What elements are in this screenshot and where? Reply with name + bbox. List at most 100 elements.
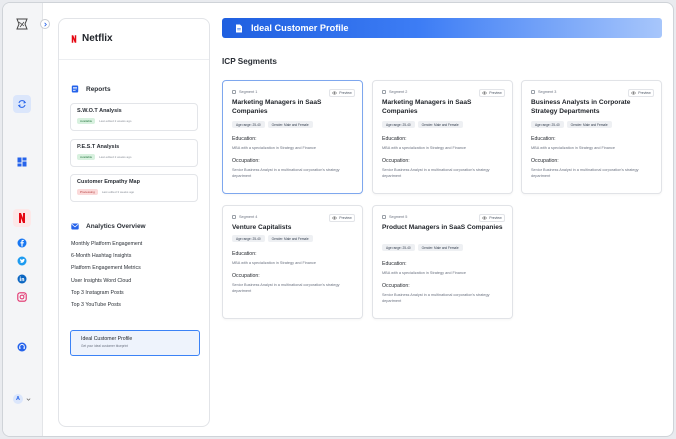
analytics-item-monthly-engagement[interactable]: Monthly Platform Engagement (71, 241, 142, 247)
gender-tag: Gender: Male and Female (267, 235, 313, 242)
occupation-value: Senior Business Analyst in a multination… (232, 168, 340, 178)
eye-icon (631, 91, 637, 95)
segment-title: Marketing Managers in SaaS Companies (232, 99, 322, 115)
refresh-icon[interactable] (13, 95, 31, 113)
status-badge: Processing (77, 189, 98, 195)
analytics-item-youtube-posts[interactable]: Top 3 YouTube Posts (71, 302, 121, 308)
icon-rail: A (3, 3, 43, 436)
eye-icon (482, 91, 488, 95)
preview-button[interactable]: Preview (479, 89, 505, 97)
sidebar-panel: Netflix Reports S.W.O.T Analysis Availab… (58, 18, 210, 427)
brand[interactable]: Netflix (71, 33, 113, 44)
checkbox-icon (531, 90, 535, 94)
dashboard-icon[interactable] (13, 153, 31, 171)
chevron-down-icon (26, 397, 31, 401)
divider (59, 59, 209, 60)
segment-title: Product Managers in SaaS Companies (382, 224, 503, 231)
preview-button[interactable]: Preview (329, 89, 355, 97)
segment-label: Segment 4 (232, 215, 257, 219)
gender-tag: Gender: Male and Female (417, 121, 463, 128)
education-label: Education: (232, 251, 257, 257)
age-tag: Age range: 25-40 (531, 121, 564, 128)
report-title: P.E.S.T Analysis (77, 144, 120, 150)
age-tag: Age range: 25-40 (382, 121, 415, 128)
segment-label: Segment 2 (382, 90, 407, 94)
occupation-label: Occupation: (232, 158, 260, 164)
sidebar-item-ideal-customer-profile[interactable]: Ideal Customer Profile Get your ideal cu… (70, 330, 200, 356)
avatar: A (13, 394, 23, 404)
checkbox-icon (382, 215, 386, 219)
occupation-value: Senior Business Analyst in a multination… (382, 293, 490, 303)
analytics-item-instagram-posts[interactable]: Top 3 Instagram Posts (71, 290, 124, 296)
logo-icon[interactable] (13, 15, 31, 33)
analytics-item-word-cloud[interactable]: User Insights Word Cloud (71, 278, 131, 284)
instagram-icon[interactable] (13, 288, 31, 306)
segment-title: Marketing Managers in SaaS Companies (382, 99, 472, 115)
segment-label: Segment 5 (382, 215, 407, 219)
report-timestamp: Last edited 3 weeks ago (101, 190, 135, 194)
report-item-empathy-map[interactable]: Customer Empathy Map Processing Last edi… (70, 174, 198, 202)
analytics-item-hashtag-insights[interactable]: 6-Month Hashtag Insights (71, 253, 131, 259)
checkbox-icon (382, 90, 386, 94)
age-tag: Age range: 25-40 (232, 235, 265, 242)
chevron-right-icon (43, 22, 47, 26)
preview-button[interactable]: Preview (329, 214, 355, 222)
report-item-swot[interactable]: S.W.O.T Analysis Available Last edited 2… (70, 103, 198, 131)
facebook-icon[interactable] (13, 234, 31, 252)
reports-section-header: Reports (71, 85, 111, 93)
brand-name: Netflix (82, 33, 113, 44)
analytics-mail-icon (71, 223, 79, 230)
reports-title: Reports (86, 85, 111, 93)
support-icon[interactable] (13, 338, 31, 356)
analytics-item-engagement-metrics[interactable]: Platform Engagement Metrics (71, 265, 141, 271)
education-value: MBA with a specialization in Strategy an… (232, 261, 316, 265)
twitter-icon[interactable] (13, 252, 31, 270)
segment-label: Segment 3 (531, 90, 556, 94)
occupation-label: Occupation: (531, 158, 559, 164)
status-badge: Available (77, 154, 96, 160)
reports-icon (71, 85, 79, 93)
education-label: Education: (232, 136, 257, 142)
segment-card[interactable]: Segment 3 Preview Business Analysts in C… (521, 80, 662, 194)
netflix-logo-icon (71, 34, 77, 43)
segment-card[interactable]: Segment 2 Preview Marketing Managers in … (372, 80, 513, 194)
app-window: A Netflix Reports S.W.O.T Analysis Avail… (2, 2, 674, 437)
collapse-sidebar-button[interactable] (40, 19, 50, 29)
page-header: Ideal Customer Profile (222, 18, 662, 38)
segment-card[interactable]: Segment 5 Preview Product Managers in Sa… (372, 205, 513, 319)
status-badge: Available (77, 118, 96, 124)
segment-card[interactable]: Segment 1 Preview Marketing Managers in … (222, 80, 363, 194)
occupation-value: Senior Business Analyst in a multination… (232, 283, 340, 293)
education-label: Education: (382, 261, 407, 267)
checkbox-icon (232, 215, 236, 219)
netflix-icon[interactable] (13, 209, 31, 227)
page-title: Ideal Customer Profile (251, 23, 349, 33)
segment-title: Venture Capitalists (232, 224, 292, 231)
education-value: MBA with a specialization in Strategy an… (382, 146, 466, 150)
linkedin-icon[interactable] (13, 270, 31, 288)
preview-button[interactable]: Preview (628, 89, 654, 97)
segment-card[interactable]: Segment 4 Preview Venture Capitalists Ag… (222, 205, 363, 319)
user-menu[interactable]: A (13, 394, 31, 404)
report-title: S.W.O.T Analysis (77, 108, 122, 114)
age-tag: Age range: 25-40 (382, 244, 415, 251)
education-label: Education: (382, 136, 407, 142)
education-value: MBA with a specialization in Strategy an… (382, 271, 466, 275)
gender-tag: Gender: Male and Female (566, 121, 612, 128)
occupation-value: Senior Business Analyst in a multination… (382, 168, 490, 178)
eye-icon (482, 216, 488, 220)
occupation-label: Occupation: (232, 273, 260, 279)
report-title: Customer Empathy Map (77, 179, 140, 185)
checkbox-icon (232, 90, 236, 94)
occupation-value: Senior Business Analyst in a multination… (531, 168, 639, 178)
document-icon (236, 24, 242, 32)
preview-button[interactable]: Preview (479, 214, 505, 222)
occupation-label: Occupation: (382, 158, 410, 164)
occupation-label: Occupation: (382, 283, 410, 289)
icp-nav-subtitle: Get your ideal customer blueprint (81, 344, 128, 348)
icp-nav-title: Ideal Customer Profile (81, 336, 133, 342)
education-label: Education: (531, 136, 556, 142)
age-tag: Age range: 25-40 (232, 121, 265, 128)
segment-title: Business Analysts in Corporate Strategy … (531, 99, 631, 115)
report-item-pest[interactable]: P.E.S.T Analysis Available Last edited 2… (70, 139, 198, 167)
